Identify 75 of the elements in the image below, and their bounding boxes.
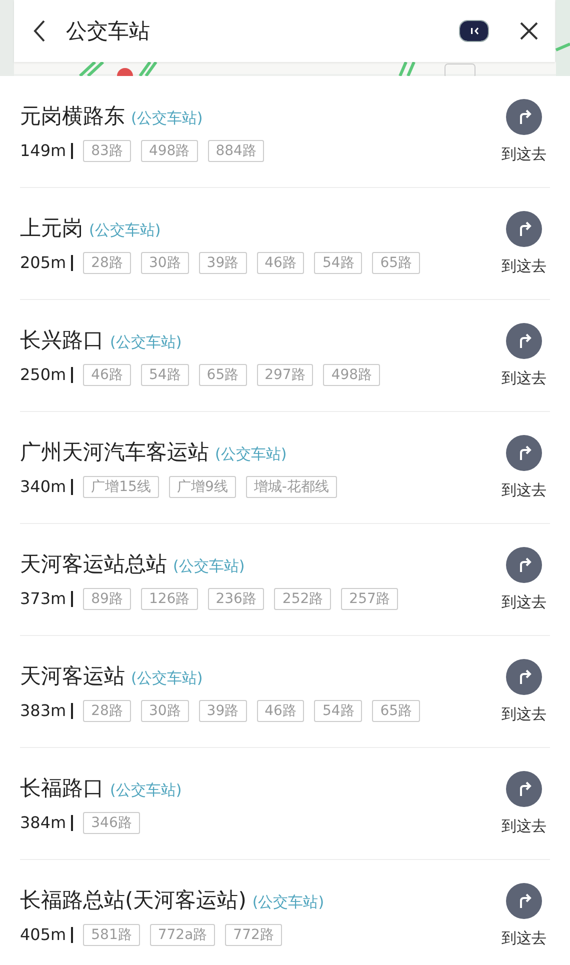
turn-right-icon[interactable] <box>506 323 542 359</box>
close-icon[interactable] <box>519 21 539 41</box>
route-tag: 772路 <box>225 924 282 946</box>
route-tag: 28路 <box>83 700 131 722</box>
stop-type: (公交车站) <box>131 108 203 128</box>
route-tag: 28路 <box>83 252 131 274</box>
stop-type: (公交车站) <box>173 556 245 576</box>
turn-right-icon[interactable] <box>506 99 542 135</box>
route-tag: 46路 <box>256 252 304 274</box>
turn-right-icon[interactable] <box>506 547 542 583</box>
turn-right-icon[interactable] <box>506 659 542 695</box>
robot-icon[interactable] <box>459 20 489 42</box>
go-here-label[interactable]: 到这去 <box>502 369 546 388</box>
route-tag: 252路 <box>274 588 332 610</box>
route-tag: 65路 <box>372 252 420 274</box>
distance-text: 149m <box>20 141 66 160</box>
turn-right-icon[interactable] <box>506 435 542 471</box>
route-tag: 广增15线 <box>83 476 159 498</box>
route-tag: 581路 <box>83 924 140 946</box>
stop-type: (公交车站) <box>110 332 182 352</box>
route-tag: 46路 <box>256 700 304 722</box>
distance-text: 373m <box>20 589 66 608</box>
stop-type: (公交车站) <box>215 444 287 464</box>
turn-right-icon[interactable] <box>506 771 542 807</box>
route-tag: 297路 <box>256 364 314 386</box>
route-tag: 广增9线 <box>168 476 236 498</box>
route-tag: 46路 <box>83 364 131 386</box>
route-tag: 89路 <box>83 588 131 610</box>
go-here-label[interactable]: 到这去 <box>502 705 546 724</box>
distance-text: 250m <box>20 365 66 384</box>
stop-type: (公交车站) <box>252 892 324 912</box>
stop-name[interactable]: 上元岗 <box>20 214 83 242</box>
turn-right-icon[interactable] <box>506 211 542 247</box>
route-tag: 236路 <box>208 588 264 610</box>
distance-text: 384m <box>20 813 66 832</box>
route-tag: 772a路 <box>150 924 216 946</box>
go-here-label[interactable]: 到这去 <box>502 593 546 612</box>
go-here-label[interactable]: 到这去 <box>502 929 546 948</box>
turn-right-icon[interactable] <box>506 883 542 919</box>
distance-text: 340m <box>20 477 66 496</box>
distance-text: 205m <box>20 253 66 272</box>
route-tag: 498路 <box>323 364 380 386</box>
distance-text: 405m <box>20 925 66 944</box>
stop-type: (公交车站) <box>89 220 161 240</box>
stop-name[interactable]: 天河客运站总站 <box>20 550 167 578</box>
route-tag: 83路 <box>83 140 131 162</box>
stop-name[interactable]: 长福路总站(天河客运站) <box>20 886 246 914</box>
route-tag: 54路 <box>314 700 362 722</box>
route-tag: 30路 <box>140 700 189 722</box>
route-tag: 54路 <box>314 252 362 274</box>
distance-text: 383m <box>20 701 66 720</box>
back-icon[interactable] <box>32 19 46 43</box>
route-tag: 65路 <box>372 700 420 722</box>
stop-type: (公交车站) <box>110 780 182 800</box>
route-tag: 498路 <box>140 140 198 162</box>
go-here-label[interactable]: 到这去 <box>502 145 546 164</box>
stop-name[interactable]: 长福路口 <box>20 774 104 802</box>
route-tag: 54路 <box>140 364 189 386</box>
route-tag: 346路 <box>83 812 140 834</box>
go-here-label[interactable]: 到这去 <box>502 481 546 500</box>
stop-type: (公交车站) <box>131 668 203 688</box>
route-tag: 126路 <box>140 588 198 610</box>
route-tag: 884路 <box>208 140 264 162</box>
route-tag: 39路 <box>198 700 247 722</box>
stop-name[interactable]: 天河客运站 <box>20 662 125 690</box>
go-here-label[interactable]: 到这去 <box>502 817 546 836</box>
go-here-label[interactable]: 到这去 <box>502 257 546 276</box>
route-tag: 257路 <box>341 588 398 610</box>
route-tag: 65路 <box>198 364 247 386</box>
route-tag: 39路 <box>198 252 247 274</box>
route-tag: 30路 <box>140 252 189 274</box>
stop-name[interactable]: 元岗横路东 <box>20 102 125 130</box>
stop-name[interactable]: 长兴路口 <box>20 326 104 354</box>
stop-name[interactable]: 广州天河汽车客运站 <box>20 438 209 466</box>
route-tag: 增城-花都线 <box>246 476 337 498</box>
